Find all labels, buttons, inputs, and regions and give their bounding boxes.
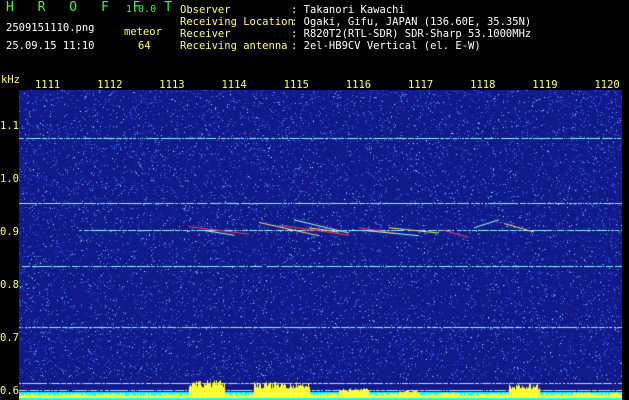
y-tick-label: 0.9 (0, 226, 19, 239)
y-tick-label: 0.7 (0, 332, 19, 345)
info-label-antenna: Receiving antenna (180, 40, 288, 52)
info-value-antenna: : 2el-HB9CV Vertical (el. E-W) (291, 40, 481, 52)
y-tick-label: 0.8 (0, 279, 19, 292)
detection-type: meteor (124, 26, 162, 38)
capture-datetime: 25.09.15 11:10 (6, 40, 95, 52)
y-axis-unit: kHz (1, 74, 20, 86)
info-value-location: : Ogaki, Gifu, JAPAN (136.60E, 35.35N) (291, 16, 532, 28)
info-label-receiver: Receiver (180, 28, 231, 40)
app-version: 1.0.0 (126, 4, 157, 15)
spectrogram-area: kHz 1.1 1.0 0.9 0.8 0.7 0.6 1111 1112 1113 1114 1… (0, 72, 629, 400)
y-tick-label: 1.1 (0, 120, 19, 133)
info-label-location: Receiving Location (180, 16, 294, 28)
header-panel: H R O F F T 1.0.0 2509151110.png meteor … (0, 0, 629, 72)
y-tick-label: 1.0 (0, 173, 19, 186)
info-label-observer: Observer (180, 4, 231, 16)
info-value-receiver: : R820T2(RTL-SDR) SDR-Sharp 53.1000MHz (291, 28, 532, 40)
y-tick-label: 0.6 (0, 385, 19, 398)
spectrogram-canvas (19, 90, 622, 400)
info-value-observer: : Takanori Kawachi (291, 4, 405, 16)
detection-count: 64 (138, 40, 151, 52)
file-name: 2509151110.png (6, 22, 95, 34)
